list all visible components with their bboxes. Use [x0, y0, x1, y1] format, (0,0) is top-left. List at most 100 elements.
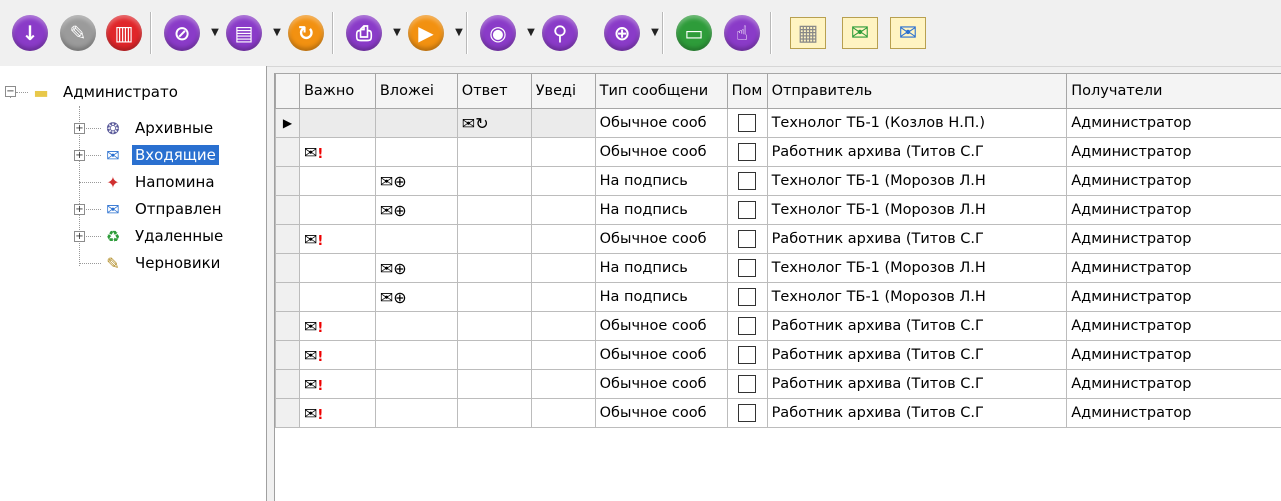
folder-open-button[interactable]: ▭ — [672, 11, 716, 55]
row-indicator[interactable] — [275, 311, 300, 341]
dropdown-arrow-icon[interactable]: ▼ — [208, 25, 222, 39]
toolbar-separator — [150, 12, 152, 54]
document-button[interactable]: ▤ — [222, 11, 266, 55]
row-indicator[interactable] — [275, 224, 300, 254]
inbox-icon: ✉ — [106, 145, 120, 165]
exclamation-icon: ! — [317, 146, 324, 162]
notification-cell — [530, 311, 596, 341]
row-indicator[interactable] — [275, 369, 300, 399]
eye-button[interactable]: ◉ — [476, 11, 520, 55]
tree-item[interactable]: ✎ Черновики — [102, 250, 223, 276]
row-indicator[interactable] — [275, 195, 300, 225]
search-icon: ⚲ — [542, 15, 578, 51]
column-header[interactable]: Получатели — [1066, 73, 1281, 109]
mark-checkbox[interactable] — [738, 317, 757, 335]
download-button[interactable]: ↓ — [8, 11, 52, 55]
mark-cell — [726, 166, 768, 196]
column-header[interactable]: Уведі — [530, 73, 596, 109]
row-indicator[interactable] — [275, 398, 300, 428]
print-button[interactable]: ⎙ — [342, 11, 386, 55]
important-cell: ✉! — [298, 340, 376, 370]
mark-checkbox[interactable] — [738, 346, 757, 364]
edit-button[interactable]: ✎ — [56, 11, 100, 55]
download-icon: ↓ — [12, 15, 48, 51]
row-indicator[interactable] — [275, 137, 300, 167]
column-header[interactable]: Тип сообщени — [594, 73, 728, 109]
column-header[interactable]: Важно — [298, 73, 376, 109]
table-row[interactable]: ✉! Обычное сооб Работник архива (Титов С.Г… — [275, 369, 1281, 399]
column-header[interactable]: Вложеі — [374, 73, 458, 109]
tree-item[interactable]: ❂ Архивные — [102, 115, 216, 141]
attachment-envelope-icon: ✉⊕ — [379, 171, 407, 191]
current-row-indicator-icon[interactable]: ▶ — [275, 108, 300, 138]
expand-toggle[interactable]: + — [74, 123, 85, 134]
column-header[interactable]: Ответ — [456, 73, 532, 109]
important-cell: ✉! — [298, 137, 376, 167]
important-cell: ✉! — [298, 311, 376, 341]
expand-toggle[interactable]: + — [74, 204, 85, 215]
link-button[interactable]: ⊘ — [160, 11, 204, 55]
mark-cell — [726, 282, 768, 312]
table-row[interactable]: ✉! Обычное сооб Работник архива (Титов С.Г… — [275, 311, 1281, 341]
table-row[interactable]: ✉! Обычное сооб Работник архива (Титов С.Г… — [275, 340, 1281, 370]
mark-checkbox[interactable] — [738, 230, 757, 248]
dropdown-arrow-icon[interactable]: ▼ — [524, 25, 538, 39]
table-row[interactable]: ✉⊕ На подпись Технолог ТБ-1 (Морозов Л.Н Ад… — [275, 195, 1281, 225]
tree-item[interactable]: ♻ Удаленные — [102, 223, 226, 249]
folder-tree: − ▬ Администрато + ❂ Архивные + ✉ Входящие ✦ На… — [0, 66, 267, 501]
mark-checkbox[interactable] — [738, 114, 757, 132]
notification-cell — [530, 137, 596, 167]
tree-root[interactable]: ▬ Администрато — [30, 79, 181, 105]
message-table: Важно Вложеі Ответ Уведі Тип сообщени Пом Отпр… — [275, 73, 1281, 428]
expand-toggle[interactable]: + — [74, 231, 85, 242]
mark-checkbox[interactable] — [738, 172, 757, 190]
table-row[interactable]: ✉! Обычное сооб Работник архива (Титов С.Г… — [275, 137, 1281, 167]
column-header[interactable]: Отправитель — [766, 73, 1068, 109]
dropdown-arrow-icon[interactable]: ▼ — [452, 25, 466, 39]
important-cell — [298, 195, 376, 225]
table-row[interactable]: ✉⊕ На подпись Технолог ТБ-1 (Морозов Л.Н Ад… — [275, 166, 1281, 196]
table-row[interactable]: ▶ ✉↻ Обычное сооб Технолог ТБ-1 (Козлов Н.П… — [275, 108, 1281, 138]
trash-button[interactable]: ▥ — [102, 11, 146, 55]
attachment-cell — [374, 108, 458, 138]
mark-checkbox[interactable] — [738, 288, 757, 306]
mail-grid-button[interactable]: ▦ — [786, 11, 830, 55]
table-row[interactable]: ✉! Обычное сооб Работник архива (Титов С.Г… — [275, 398, 1281, 428]
table-row[interactable]: ✉⊕ На подпись Технолог ТБ-1 (Морозов Л.Н Ад… — [275, 282, 1281, 312]
tree-item-label: Удаленные — [135, 227, 224, 245]
tree-item[interactable]: ✉ Входящие — [102, 142, 219, 168]
refresh-button[interactable]: ↻ — [284, 11, 328, 55]
mark-checkbox[interactable] — [738, 259, 757, 277]
mail-grid-icon: ▦ — [790, 17, 826, 49]
table-row[interactable]: ✉⊕ На подпись Технолог ТБ-1 (Морозов Л.Н Ад… — [275, 253, 1281, 283]
notification-cell — [530, 224, 596, 254]
dropdown-arrow-icon[interactable]: ▼ — [270, 25, 284, 39]
play-button[interactable]: ▶ — [404, 11, 448, 55]
mark-checkbox[interactable] — [738, 404, 757, 422]
row-indicator[interactable] — [275, 340, 300, 370]
mail-reply-button[interactable]: ✉ — [838, 11, 882, 55]
column-header[interactable]: Пом — [726, 73, 768, 109]
touch-button[interactable]: ☝ — [720, 11, 764, 55]
row-indicator[interactable] — [275, 282, 300, 312]
collapse-root-toggle[interactable]: − — [5, 86, 16, 97]
mark-cell — [726, 224, 768, 254]
tree-item[interactable]: ✦ Напомина — [102, 169, 218, 195]
row-indicator[interactable] — [275, 253, 300, 283]
mail-forward-button[interactable]: ✉ — [886, 11, 930, 55]
globe-icon: ⊕ — [604, 15, 640, 51]
recipient-cell: Администратор — [1066, 166, 1281, 196]
table-row[interactable]: ✉! Обычное сооб Работник архива (Титов С.Г… — [275, 224, 1281, 254]
dropdown-arrow-icon[interactable]: ▼ — [390, 25, 404, 39]
mark-cell — [726, 108, 768, 138]
search-button[interactable]: ⚲ — [538, 11, 582, 55]
mark-checkbox[interactable] — [738, 201, 757, 219]
dropdown-arrow-icon[interactable]: ▼ — [648, 25, 662, 39]
globe-button[interactable]: ⊕ — [600, 11, 644, 55]
expand-toggle[interactable]: + — [74, 150, 85, 161]
mark-checkbox[interactable] — [738, 375, 757, 393]
mark-checkbox[interactable] — [738, 143, 757, 161]
tree-item[interactable]: ✉ Отправлен — [102, 196, 225, 222]
row-indicator[interactable] — [275, 166, 300, 196]
link-icon: ⊘ — [164, 15, 200, 51]
